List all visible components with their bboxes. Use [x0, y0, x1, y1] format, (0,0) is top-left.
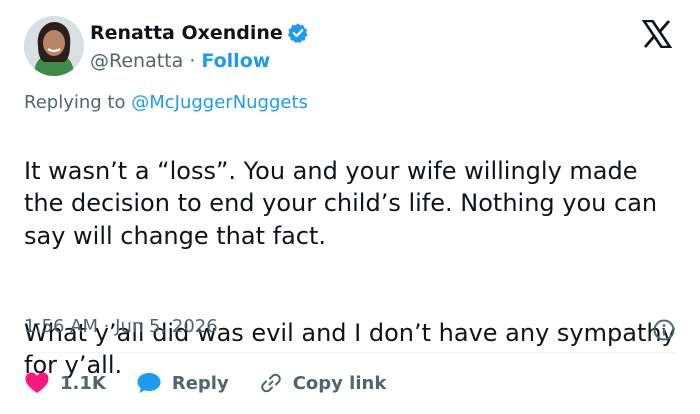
divider [24, 352, 676, 353]
like-button[interactable]: 1.1K [24, 371, 106, 395]
tweet-card: Renatta Oxendine @Renatta · Follow Reply… [0, 0, 700, 410]
like-count: 1.1K [60, 372, 106, 394]
speech-bubble-icon [137, 373, 161, 393]
verified-badge-icon [287, 23, 308, 43]
tweet-timestamp[interactable]: 1:56 AM · Jun 5, 2026 [24, 316, 218, 337]
avatar-image [24, 16, 84, 76]
follow-button[interactable]: Follow [201, 50, 270, 72]
link-icon [260, 373, 281, 393]
reply-mention-link[interactable]: @McJuggerNuggets [131, 92, 308, 113]
replying-to: Replying to @McJuggerNuggets [24, 92, 308, 113]
avatar[interactable] [24, 16, 84, 76]
tweet-header: Renatta Oxendine @Renatta · Follow [24, 16, 676, 78]
heart-icon [25, 372, 49, 393]
info-icon[interactable] [652, 318, 676, 342]
copy-link-button[interactable]: Copy link [259, 371, 387, 395]
author-info: Renatta Oxendine @Renatta · Follow [90, 20, 309, 74]
action-bar: 1.1K Reply Copy link [24, 368, 416, 398]
reply-label: Reply [171, 372, 229, 394]
copy-link-label: Copy link [292, 372, 387, 394]
author-handle[interactable]: @Renatta [90, 50, 183, 72]
author-name-row: Renatta Oxendine [90, 20, 309, 46]
x-logo-icon[interactable] [642, 20, 672, 48]
tweet-paragraph-1: It wasn’t a “loss”. You and your wife wi… [24, 156, 658, 250]
replying-prefix: Replying to [24, 92, 126, 113]
author-name[interactable]: Renatta Oxendine [90, 22, 283, 44]
handle-separator: · [189, 50, 196, 72]
reply-button[interactable]: Reply [136, 371, 229, 395]
author-handle-row: @Renatta · Follow [90, 48, 309, 74]
